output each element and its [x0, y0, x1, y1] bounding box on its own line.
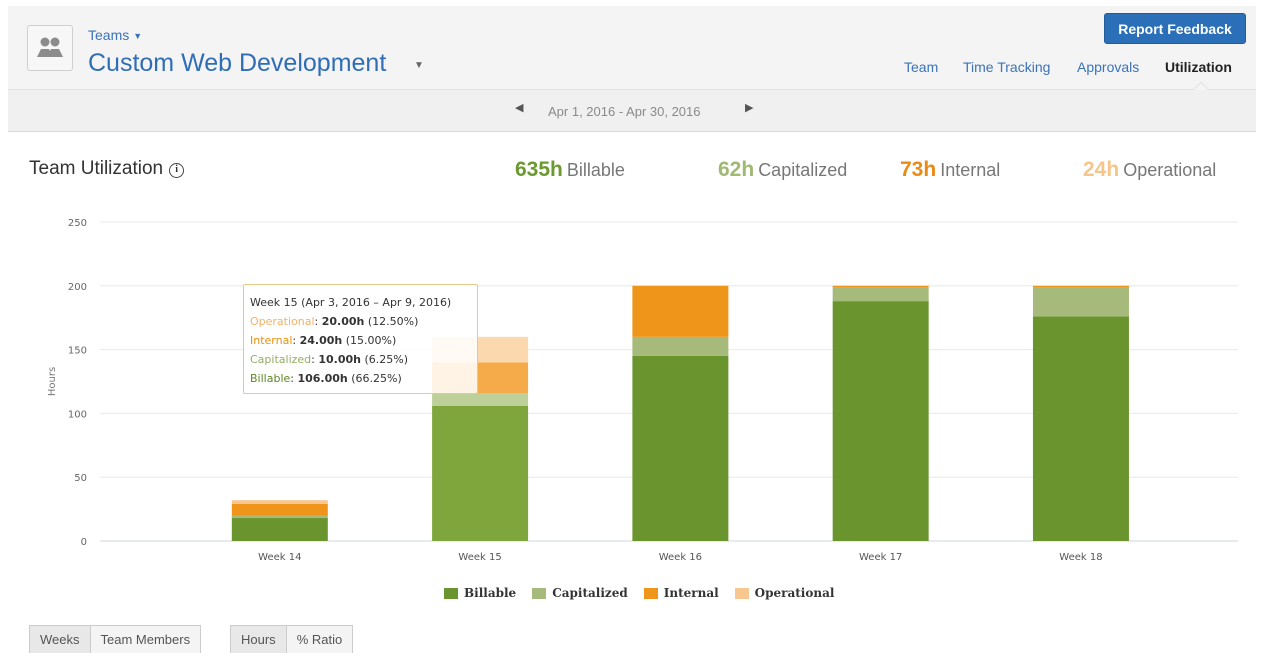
bar-segment-billable	[1032, 316, 1129, 541]
team-members-button[interactable]: Team Members	[89, 625, 202, 653]
tooltip-line-capitalized: Capitalized: 10.00h (6.25%)	[250, 353, 409, 366]
legend-swatch	[734, 587, 749, 599]
tooltip-name: Operational	[250, 315, 315, 328]
bar-segment-billable	[632, 355, 729, 541]
stat-capitalized: 62h Capitalized	[718, 158, 847, 182]
stat-billable: 635h Billable	[515, 158, 625, 182]
legend-item-internal[interactable]: Internal	[643, 586, 719, 600]
hours-button[interactable]: Hours	[230, 625, 287, 653]
tooltip-value: 24.00h	[299, 334, 343, 347]
chart-tooltip: Week 15 (Apr 3, 2016 – Apr 9, 2016) Oper…	[243, 284, 478, 394]
legend-label: Billable	[464, 586, 517, 600]
legend-item-capitalized[interactable]: Capitalized	[532, 586, 628, 600]
legend-item-billable[interactable]: Billable	[444, 586, 516, 600]
bar-segment-operational	[231, 500, 328, 504]
unit-toggle: Hours % Ratio	[230, 625, 354, 653]
date-range-bar: ◀ Apr 1, 2016 - Apr 30, 2016 ▶	[8, 90, 1256, 132]
bar-segment-billable	[432, 405, 529, 541]
bar-segment-capitalized	[832, 287, 929, 302]
tab-approvals[interactable]: Approvals	[1077, 59, 1139, 75]
page-title: Custom Web Development	[88, 49, 387, 77]
legend-item-operational[interactable]: Operational	[734, 586, 835, 600]
date-range-label: Apr 1, 2016 - Apr 30, 2016	[548, 104, 701, 119]
tooltip-pct: (12.50%)	[367, 315, 419, 328]
y-tick-label: 50	[74, 473, 87, 484]
bar-segment-internal	[832, 285, 929, 288]
weeks-button[interactable]: Weeks	[29, 625, 91, 653]
legend-label: Internal	[663, 586, 719, 600]
group-by-toggle: Weeks Team Members	[29, 625, 202, 653]
team-icon	[37, 37, 63, 57]
info-icon[interactable]: i	[169, 163, 185, 178]
y-tick-label: 0	[81, 537, 87, 548]
next-period-icon[interactable]: ▶	[745, 101, 753, 114]
x-tick-label: Week 18	[1059, 552, 1102, 563]
tab-time-tracking[interactable]: Time Tracking	[963, 59, 1050, 75]
legend-swatch	[532, 587, 547, 599]
stat-value: 635h	[515, 158, 563, 181]
tooltip-line-operational: Operational: 20.00h (12.50%)	[250, 315, 419, 328]
x-tick-label: Week 17	[859, 552, 902, 563]
y-tick-label: 150	[68, 346, 87, 357]
stat-label: Billable	[566, 160, 625, 180]
bar-segment-capitalized	[632, 336, 729, 356]
tooltip-name: Billable	[250, 372, 291, 385]
tooltip-name: Internal	[250, 334, 293, 347]
tooltip-pct: (15.00%)	[345, 334, 397, 347]
teams-dropdown[interactable]: Teams ▼	[88, 27, 142, 43]
x-tick-label: Week 16	[659, 552, 702, 563]
team-header: Teams ▼ Custom Web Development ▼ Report F…	[8, 6, 1256, 99]
stat-value: 24h	[1083, 158, 1120, 181]
team-switcher-chevron-icon[interactable]: ▼	[414, 60, 424, 71]
bar-segment-billable	[832, 301, 929, 541]
utilization-chart: 0 50 100 150 200 250 Hours Week 14 Week 15 Week 1…	[47, 218, 1238, 563]
bar-segment-internal	[1032, 285, 1129, 288]
utilization-heading: Team Utilization i	[29, 158, 185, 180]
stat-label: Capitalized	[758, 160, 848, 180]
utilization-title: Team Utilization	[29, 158, 164, 179]
stat-value: 73h	[900, 158, 937, 181]
tooltip-line-internal: Internal: 24.00h (15.00%)	[250, 334, 397, 347]
stat-internal: 73h Internal	[900, 158, 1000, 182]
tooltip-pct: (66.25%)	[351, 372, 402, 385]
tooltip-value: 106.00h	[297, 372, 348, 385]
y-tick-label: 200	[68, 282, 87, 293]
chevron-down-icon: ▼	[133, 31, 143, 42]
tooltip-line-billable: Billable: 106.00h (66.25%)	[250, 372, 402, 385]
legend-label: Capitalized	[552, 586, 628, 600]
legend-swatch	[643, 587, 658, 599]
bar-segment-internal	[231, 503, 328, 516]
tooltip-name: Capitalized	[250, 353, 312, 366]
tooltip-value: 20.00h	[321, 315, 365, 328]
report-feedback-button[interactable]: Report Feedback	[1104, 13, 1246, 44]
previous-period-icon[interactable]: ◀	[515, 101, 523, 114]
y-tick-label: 250	[68, 218, 87, 229]
ratio-button[interactable]: % Ratio	[285, 625, 354, 653]
legend-swatch	[444, 587, 458, 599]
tooltip-value: 10.00h	[318, 353, 361, 366]
y-tick-label: 100	[68, 409, 87, 420]
bar-segment-billable	[231, 518, 328, 541]
bar-segment-capitalized	[231, 515, 328, 519]
stat-value: 62h	[718, 158, 755, 181]
team-avatar	[27, 25, 73, 71]
stat-label: Operational	[1123, 160, 1217, 180]
legend-label: Operational	[754, 586, 835, 600]
stat-label: Internal	[940, 160, 1001, 180]
tooltip-title: Week 15 (Apr 3, 2016 – Apr 9, 2016)	[250, 296, 452, 309]
tooltip-pct: (6.25%)	[364, 353, 409, 366]
bar-segment-capitalized	[432, 392, 529, 406]
x-tick-label: Week 14	[258, 552, 301, 563]
bar-segment-capitalized	[1032, 287, 1129, 317]
teams-label: Teams	[88, 27, 130, 43]
tab-team[interactable]: Team	[904, 59, 938, 75]
y-axis-label: Hours	[47, 367, 58, 396]
tab-utilization[interactable]: Utilization	[1165, 59, 1232, 75]
chart-legend: Billable Capitalized Internal Operationa…	[444, 586, 834, 600]
bar-segment-internal	[632, 285, 729, 337]
stat-operational: 24h Operational	[1083, 158, 1216, 182]
x-tick-label: Week 15	[458, 552, 501, 563]
